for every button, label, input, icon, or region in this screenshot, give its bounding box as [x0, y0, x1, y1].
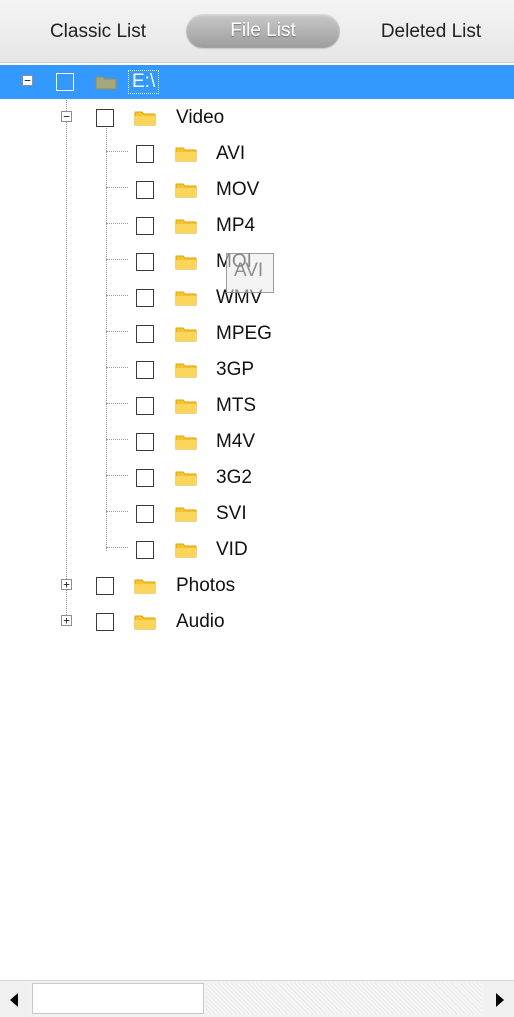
photos-checkbox[interactable] — [96, 577, 114, 595]
folder-icon — [175, 291, 197, 306]
folder-icon — [175, 327, 197, 342]
folder-icon — [134, 111, 156, 126]
tree-node-drive-e[interactable]: − E:\ — [0, 65, 514, 99]
folder-icon — [175, 399, 197, 414]
svi-checkbox[interactable] — [136, 505, 154, 523]
file-tree: − E:\ − Video AVI MOV MP4 MOI — [0, 63, 514, 979]
vid-label: VID — [216, 539, 248, 560]
mov-checkbox[interactable] — [136, 181, 154, 199]
folder-icon — [175, 183, 197, 198]
video-checkbox[interactable] — [96, 109, 114, 127]
video-label: Video — [176, 107, 225, 128]
tree-node-m4v[interactable]: M4V — [0, 425, 514, 459]
scroll-right-button[interactable] — [484, 981, 514, 1017]
folder-icon — [175, 363, 197, 378]
list-tab-bar: Classic List File List Deleted List — [0, 0, 514, 63]
tab-deleted-list[interactable]: Deleted List — [350, 16, 512, 48]
folder-icon — [175, 507, 197, 522]
audio-checkbox[interactable] — [96, 613, 114, 631]
drive-e-checkbox[interactable] — [56, 73, 74, 91]
tree-node-photos[interactable]: + Photos — [0, 569, 514, 603]
mts-checkbox[interactable] — [136, 397, 154, 415]
folder-icon — [175, 255, 197, 270]
mts-label: MTS — [216, 395, 257, 416]
tree-node-video[interactable]: − Video — [0, 101, 514, 135]
folder-icon — [134, 615, 156, 630]
folder-icon — [175, 471, 197, 486]
scrollbar-thumb[interactable] — [32, 983, 204, 1014]
tree-node-3gp[interactable]: 3GP — [0, 353, 514, 387]
drag-ghost-label: AVI — [234, 260, 264, 281]
folder-icon — [175, 543, 197, 558]
tab-file-list[interactable]: File List — [186, 14, 340, 48]
arrow-left-icon — [10, 993, 18, 1007]
expand-icon[interactable]: + — [61, 579, 72, 590]
3g2-checkbox[interactable] — [136, 469, 154, 487]
drive-folder-icon — [95, 76, 117, 90]
tree-node-svi[interactable]: SVI — [0, 497, 514, 531]
photos-label: Photos — [176, 575, 236, 596]
mpeg-label: MPEG — [216, 323, 272, 344]
tree-node-audio[interactable]: + Audio — [0, 605, 514, 639]
tree-node-3g2[interactable]: 3G2 — [0, 461, 514, 495]
tree-node-mov[interactable]: MOV — [0, 173, 514, 207]
wmv-checkbox[interactable] — [136, 289, 154, 307]
mp4-checkbox[interactable] — [136, 217, 154, 235]
vid-checkbox[interactable] — [136, 541, 154, 559]
tree-node-vid[interactable]: VID — [0, 533, 514, 567]
folder-icon — [175, 147, 197, 162]
scrollbar-track[interactable] — [206, 983, 482, 1014]
mov-label: MOV — [216, 179, 260, 200]
tree-node-mpeg[interactable]: MPEG — [0, 317, 514, 351]
collapse-icon[interactable]: − — [22, 75, 33, 86]
svi-label: SVI — [216, 503, 247, 524]
moi-checkbox[interactable] — [136, 253, 154, 271]
horizontal-scrollbar[interactable] — [0, 980, 514, 1017]
tree-node-mts[interactable]: MTS — [0, 389, 514, 423]
mpeg-checkbox[interactable] — [136, 325, 154, 343]
folder-icon — [175, 435, 197, 450]
avi-checkbox[interactable] — [136, 145, 154, 163]
tree-node-mp4[interactable]: MP4 — [0, 209, 514, 243]
drive-e-label: E:\ — [128, 70, 160, 94]
3gp-checkbox[interactable] — [136, 361, 154, 379]
folder-icon — [134, 579, 156, 594]
collapse-icon[interactable]: − — [61, 111, 72, 122]
expand-icon[interactable]: + — [61, 615, 72, 626]
3g2-label: 3G2 — [216, 467, 252, 488]
m4v-checkbox[interactable] — [136, 433, 154, 451]
tab-classic-list[interactable]: Classic List — [18, 16, 178, 48]
mp4-label: MP4 — [216, 215, 256, 236]
m4v-label: M4V — [216, 431, 256, 452]
arrow-right-icon — [496, 993, 504, 1007]
audio-label: Audio — [176, 611, 225, 632]
3gp-label: 3GP — [216, 359, 255, 380]
drag-ghost: AVI — [226, 253, 274, 293]
folder-icon — [175, 219, 197, 234]
avi-label: AVI — [216, 143, 246, 164]
scroll-left-button[interactable] — [0, 981, 30, 1017]
tree-node-avi[interactable]: AVI — [0, 137, 514, 171]
